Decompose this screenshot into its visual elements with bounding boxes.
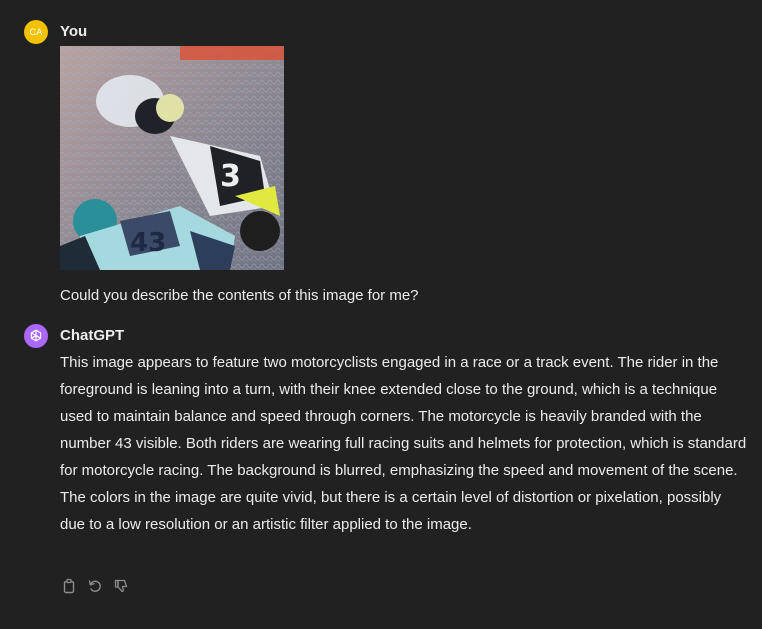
- motorcycle-race-image: 3 43: [60, 46, 284, 270]
- assistant-message-text: This image appears to feature two motorc…: [60, 354, 747, 533]
- user-avatar: CA: [24, 20, 48, 44]
- assistant-author-name: ChatGPT: [60, 327, 125, 344]
- thumbs-down-button[interactable]: [112, 577, 130, 595]
- svg-text:43: 43: [130, 228, 166, 258]
- user-avatar-initials: CA: [29, 27, 43, 37]
- user-author-name: You: [60, 23, 88, 40]
- regenerate-button[interactable]: [86, 577, 104, 595]
- message-actions: [60, 577, 130, 595]
- openai-logo-icon: [30, 329, 42, 342]
- copy-button[interactable]: [60, 577, 78, 595]
- chatgpt-logo-icon: [24, 324, 48, 348]
- attached-image[interactable]: 3 43: [60, 46, 284, 270]
- thumbs-down-icon: [114, 579, 128, 593]
- chat-thread: CA You 3 43 Could you describe the conte…: [0, 0, 762, 629]
- user-message-text: Could you describe the contents of this …: [60, 287, 419, 304]
- svg-text:3: 3: [220, 159, 241, 194]
- copy-icon: [63, 578, 75, 594]
- regenerate-icon: [88, 580, 101, 592]
